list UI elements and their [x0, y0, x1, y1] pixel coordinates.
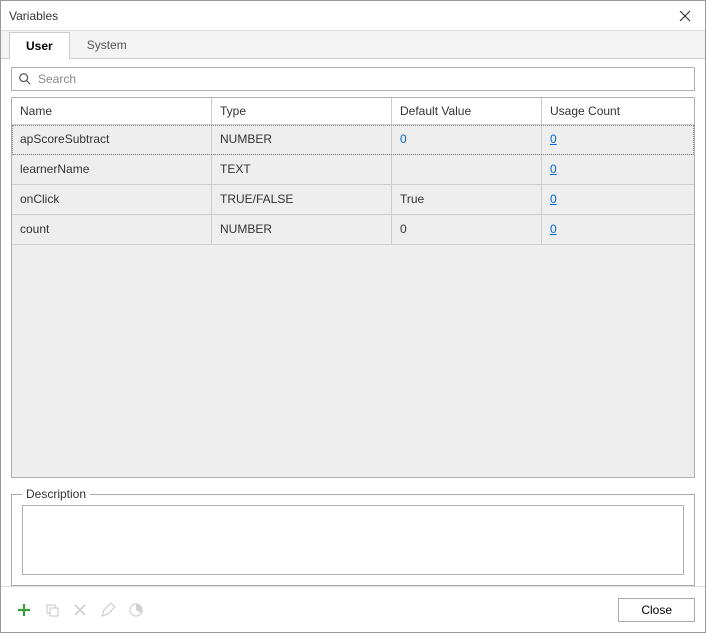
pencil-icon: [100, 602, 116, 618]
usage-button[interactable]: [123, 597, 149, 623]
column-header-default[interactable]: Default Value: [392, 98, 542, 124]
tab-user[interactable]: User: [9, 32, 70, 59]
column-header-name[interactable]: Name: [12, 98, 212, 124]
delete-icon: [72, 602, 88, 618]
delete-button[interactable]: [67, 597, 93, 623]
tab-system[interactable]: System: [70, 31, 144, 58]
cell-type: TRUE/FALSE: [212, 185, 392, 214]
duplicate-icon: [44, 602, 60, 618]
description-group: Description: [11, 494, 695, 586]
search-input[interactable]: [38, 72, 688, 86]
cell-default: True: [392, 185, 542, 214]
table-row[interactable]: countNUMBER00: [12, 215, 694, 245]
plus-icon: [16, 602, 32, 618]
table-row[interactable]: learnerNameTEXT 0: [12, 155, 694, 185]
cell-name: learnerName: [12, 155, 212, 184]
usage-link[interactable]: 0: [550, 162, 557, 176]
description-textarea[interactable]: [22, 505, 684, 575]
cell-usage: 0: [542, 215, 694, 244]
cell-type: NUMBER: [212, 125, 392, 154]
close-icon: [679, 10, 691, 22]
cell-usage: 0: [542, 155, 694, 184]
close-button[interactable]: Close: [618, 598, 695, 622]
cell-type: NUMBER: [212, 215, 392, 244]
footer-toolbar: [11, 597, 149, 623]
usage-link[interactable]: 0: [550, 132, 557, 146]
variables-table: Name Type Default Value Usage Count apSc…: [11, 97, 695, 478]
cell-default: 0: [392, 215, 542, 244]
add-variable-button[interactable]: [11, 597, 37, 623]
cell-default: [392, 155, 542, 184]
tabs-bar: User System: [1, 31, 705, 59]
edit-button[interactable]: [95, 597, 121, 623]
duplicate-button[interactable]: [39, 597, 65, 623]
window-close-button[interactable]: [673, 10, 697, 22]
usage-link[interactable]: 0: [550, 222, 557, 236]
cell-default: 0: [392, 125, 542, 154]
pie-icon: [128, 602, 144, 618]
search-icon: [18, 72, 32, 86]
table-row[interactable]: apScoreSubtractNUMBER00: [12, 125, 694, 155]
search-box[interactable]: [11, 67, 695, 91]
cell-name: apScoreSubtract: [12, 125, 212, 154]
description-label: Description: [22, 487, 90, 501]
cell-usage: 0: [542, 125, 694, 154]
cell-name: count: [12, 215, 212, 244]
column-header-usage[interactable]: Usage Count: [542, 98, 694, 124]
column-header-type[interactable]: Type: [212, 98, 392, 124]
window-title: Variables: [9, 9, 58, 23]
usage-link[interactable]: 0: [550, 192, 557, 206]
cell-usage: 0: [542, 185, 694, 214]
cell-name: onClick: [12, 185, 212, 214]
table-row[interactable]: onClickTRUE/FALSETrue 0: [12, 185, 694, 215]
cell-type: TEXT: [212, 155, 392, 184]
